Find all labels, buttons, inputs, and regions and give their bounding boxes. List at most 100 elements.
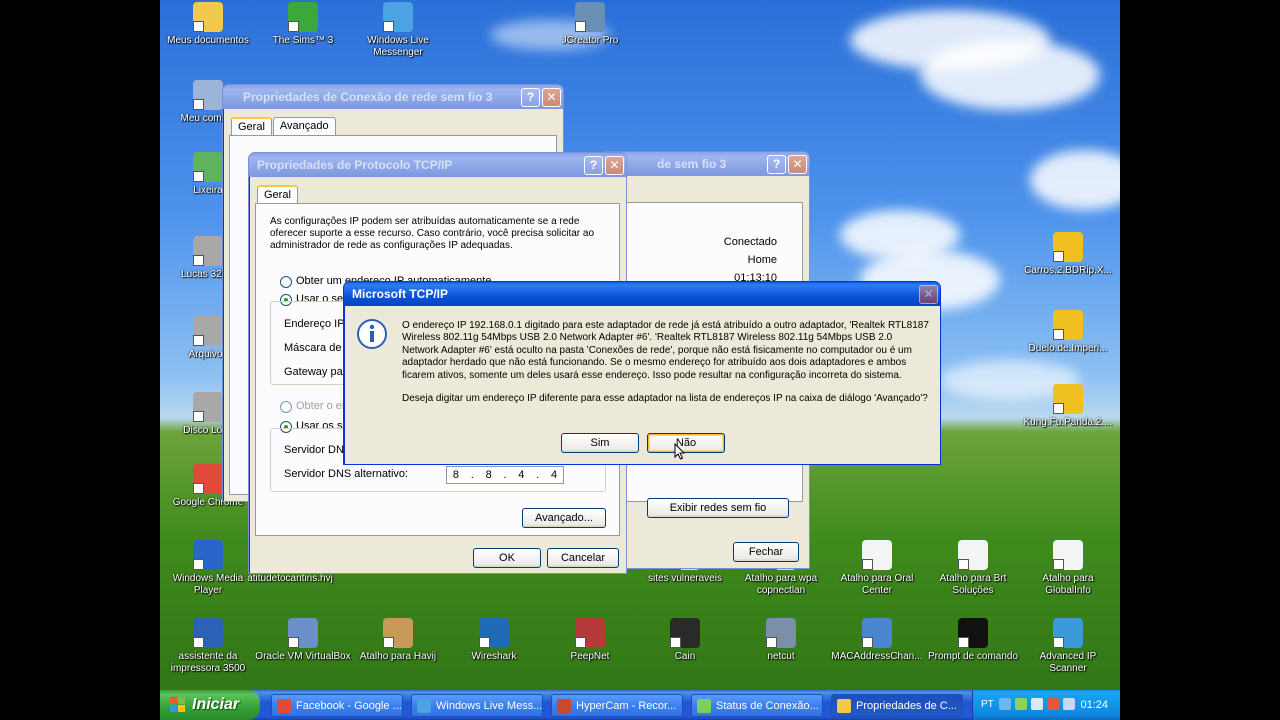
auto-dns-label: Obter o en: [296, 400, 348, 412]
media-player-icon: [193, 540, 223, 570]
taskbar-button[interactable]: Facebook - Google ...: [271, 694, 403, 717]
view-wireless-networks-button[interactable]: Exibir redes sem fio: [647, 498, 789, 518]
help-button[interactable]: ?: [767, 155, 786, 174]
desktop-icon[interactable]: The Sims™ 3: [255, 2, 351, 47]
auto-ip-radio[interactable]: [280, 276, 292, 288]
close-button[interactable]: ✕: [788, 155, 807, 174]
desktop-icon-label: Wireshark: [471, 651, 517, 662]
ok-button[interactable]: OK: [473, 548, 541, 568]
close-button[interactable]: ✕: [919, 285, 938, 304]
title-bar[interactable]: Propriedades de Conexão de rede sem fio …: [223, 85, 563, 109]
start-button[interactable]: Iniciar: [160, 690, 260, 720]
start-label: Iniciar: [192, 696, 240, 713]
ip-scanner-icon: [1053, 618, 1083, 648]
tab-geral[interactable]: Geral: [257, 185, 298, 205]
dialog-question: Deseja digitar um endereço IP diferente …: [402, 393, 928, 404]
help-button[interactable]: ?: [521, 88, 540, 107]
desktop-icon[interactable]: Atalho para Brt Soluções: [925, 540, 1021, 597]
desktop-icon[interactable]: Windows Live Messenger: [350, 2, 446, 59]
title-bar[interactable]: de sem fio 3 ? ✕: [601, 152, 809, 176]
desktop-icon-label: Advanced IP Scanner: [1039, 651, 1097, 674]
desktop-icon-label: Atalho para Oral Center: [840, 573, 914, 596]
desktop-icon-label: atitudetocantins.hvj: [247, 573, 333, 584]
desktop-icon[interactable]: Atalho para Havij: [350, 618, 446, 663]
mouse-cursor-icon: [674, 443, 686, 460]
my-computer-icon: [193, 80, 223, 110]
octet-1: 8: [452, 469, 459, 481]
close-button[interactable]: ✕: [605, 156, 624, 175]
taskbar-button-label: Propriedades de C...: [856, 700, 957, 712]
desktop-icon[interactable]: Kung.Fu.Panda.2....: [1020, 384, 1116, 429]
no-button[interactable]: Não: [647, 433, 725, 453]
clock[interactable]: 01:24: [1080, 699, 1108, 711]
language-indicator[interactable]: PT: [981, 699, 994, 710]
tray-network-icon[interactable]: [1015, 698, 1027, 710]
title-bar[interactable]: Microsoft TCP/IP ✕: [344, 282, 940, 306]
title-bar[interactable]: Propriedades de Protocolo TCP/IP ? ✕: [249, 153, 626, 177]
auto-dns-radio[interactable]: [280, 401, 292, 413]
text-file-icon: [862, 540, 892, 570]
desktop-icon[interactable]: Carros.2.BDRip.X...: [1020, 232, 1116, 277]
system-tray: PT 01:24: [972, 690, 1120, 720]
advanced-button[interactable]: Avançado...: [522, 508, 606, 528]
tray-shield-icon[interactable]: [1047, 698, 1059, 710]
desktop-icon[interactable]: Atalho para Oral Center: [829, 540, 925, 597]
alternate-dns-input[interactable]: 8. 8. 4. 4: [446, 466, 564, 484]
desktop-icon[interactable]: netcut: [733, 618, 829, 663]
desktop-icon[interactable]: assistente da impressora 3500: [160, 618, 256, 675]
tray-wireless-icon[interactable]: [1063, 698, 1075, 710]
taskbar-button[interactable]: Propriedades de C...: [831, 694, 963, 717]
desktop-icon-label: Atalho para wpa copnectlan: [744, 573, 818, 596]
cancel-button[interactable]: Cancelar: [547, 548, 619, 568]
desktop-icon[interactable]: Prompt de comando: [925, 618, 1021, 663]
desktop-icon[interactable]: Cain: [637, 618, 733, 663]
hp-icon: [193, 618, 223, 648]
drive-icon: [193, 236, 223, 266]
close-button[interactable]: ✕: [542, 88, 561, 107]
desktop-icon[interactable]: Advanced IP Scanner: [1020, 618, 1116, 675]
octet-4: 4: [550, 469, 558, 481]
desktop: Meus documentos The Sims™ 3 Windows Live M…: [160, 0, 1120, 720]
desktop-icon[interactable]: Duelo.de.Imperi...: [1020, 310, 1116, 355]
text-file-icon: [1053, 540, 1083, 570]
subnet-mask-label: Máscara de s: [284, 342, 351, 354]
wireless-icon: [697, 699, 711, 713]
desktop-icon-label: MACAddressChan...: [831, 651, 923, 662]
virtualbox-icon: [288, 618, 318, 648]
tab-avancado[interactable]: Avançado: [272, 117, 336, 137]
drive-icon: [193, 316, 223, 346]
desktop-icon-label: Windows Live Messenger: [367, 35, 429, 58]
wireshark-icon: [479, 618, 509, 648]
taskbar-button[interactable]: HyperCam - Recor...: [551, 694, 683, 717]
yes-button[interactable]: Sim: [561, 433, 639, 453]
connection-status-value: Conectado: [723, 236, 777, 248]
help-button[interactable]: ?: [584, 156, 603, 175]
tray-arrow-icon[interactable]: [999, 698, 1011, 710]
taskbar-button-label: Facebook - Google ...: [296, 700, 402, 712]
dialog-message: O endereço IP 192.168.0.1 digitado para …: [402, 320, 929, 381]
taskbar-button[interactable]: Status de Conexão...: [691, 694, 823, 717]
desktop-icon-label: The Sims™ 3: [272, 35, 334, 46]
desktop-icon[interactable]: Oracle VM VirtualBox: [255, 618, 351, 663]
desktop-icon[interactable]: Meus documentos: [160, 2, 256, 47]
desktop-icon[interactable]: Atalho para GlobalInfo: [1020, 540, 1116, 597]
drive-icon: [193, 392, 223, 422]
taskbar-button[interactable]: Windows Live Mess...: [411, 694, 543, 717]
alternate-dns-label: Servidor DNS alternativo:: [284, 468, 409, 480]
desktop-icon[interactable]: MACAddressChan...: [829, 618, 925, 663]
hypercam-icon: [557, 699, 571, 713]
ip-address-label: Endereço IP:: [284, 318, 348, 330]
chrome-icon: [193, 464, 223, 494]
desktop-icon-label: Duelo.de.Imperi...: [1028, 343, 1108, 354]
tab-geral[interactable]: Geral: [231, 117, 272, 137]
tray-volume-icon[interactable]: [1031, 698, 1043, 710]
desktop-icon-label: Atalho para Brt Soluções: [939, 573, 1007, 596]
desktop-icon[interactable]: JCreator Pro: [542, 2, 638, 47]
taskbar-button-label: Windows Live Mess...: [436, 700, 543, 712]
network-name-value: Home: [747, 254, 777, 266]
desktop-icon[interactable]: Wireshark: [446, 618, 542, 663]
close-status-button[interactable]: Fechar: [733, 542, 799, 562]
octet-3: 4: [518, 469, 525, 481]
desktop-icon[interactable]: PeepNet: [542, 618, 638, 663]
desktop-icon-label: assistente da impressora 3500: [170, 651, 246, 674]
